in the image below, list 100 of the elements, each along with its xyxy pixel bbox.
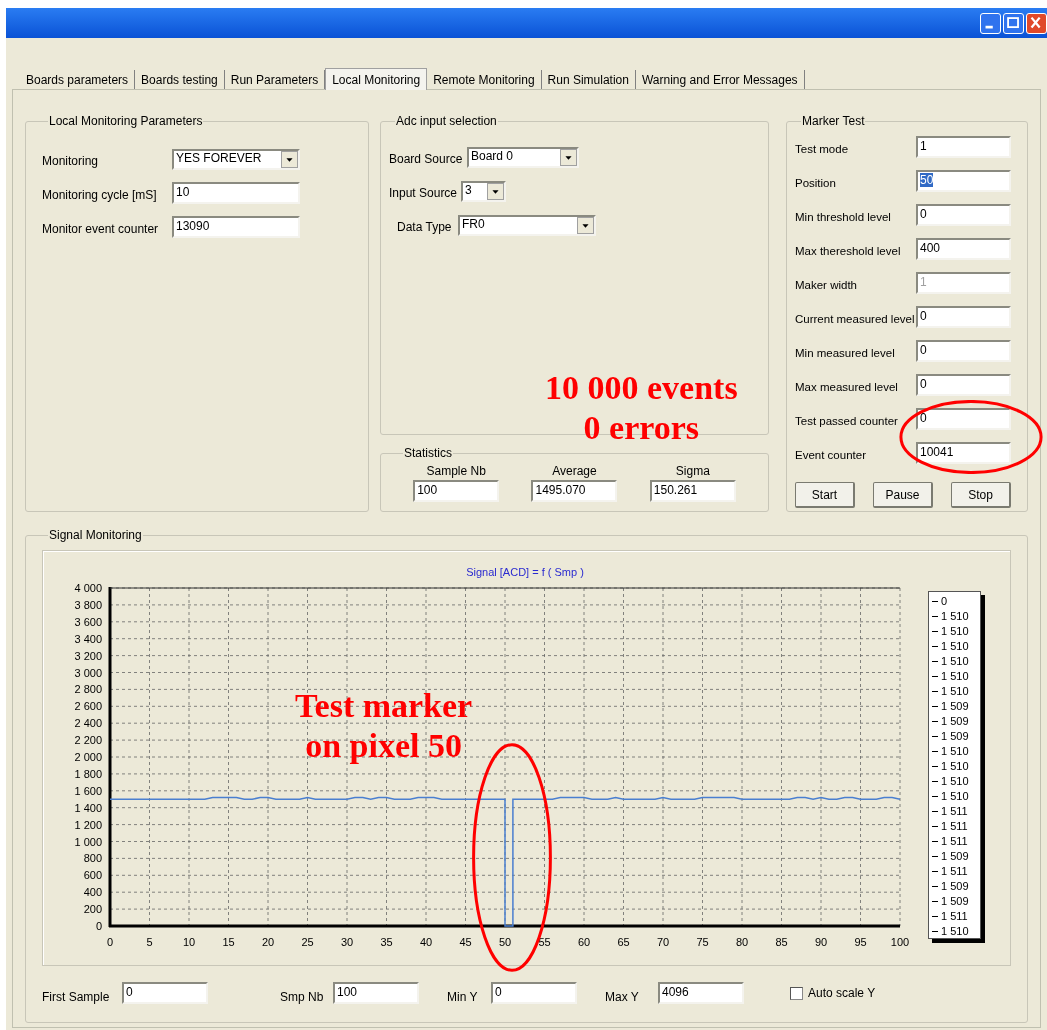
tick-mark [932,886,938,887]
x-tick-label: 75 [696,936,709,948]
x-tick-label: 95 [854,936,867,948]
dropdown[interactable]: 3 [461,180,506,202]
x-tick-label: 10 [182,936,196,948]
y-tick-label: 0 [95,920,102,932]
y-tick-label: 3 600 [74,615,102,628]
y-tick-label: 600 [83,869,102,882]
y-tick-label: 1 200 [74,818,102,831]
field-label: Max measured level [795,380,899,396]
x-tick-label: 45 [459,936,472,948]
x-tick-label: 85 [775,936,788,948]
field-label: Data Type [396,219,453,236]
value-list-item: 1 510 [941,744,969,759]
dropdown[interactable]: YES FOREVER [172,148,300,170]
value-list-item: 1 510 [941,774,969,789]
text-field[interactable]: 150.261 [649,480,736,502]
x-tick-label: 90 [814,936,828,948]
y-tick-label: 800 [83,852,102,865]
tick-mark [932,916,938,917]
tick-mark [932,736,938,737]
field-label: Min measured level [795,346,896,362]
y-tick-label: 400 [83,886,102,899]
text-field[interactable]: 4096 [658,982,744,1004]
caret-icon [281,150,298,168]
tick-mark [932,931,938,932]
push-button[interactable]: Start [795,482,855,508]
minimize-icon[interactable] [980,12,1001,34]
column-label: Sigma [675,463,710,480]
group-title: Adc input selection [395,113,498,130]
y-tick-label: 4 000 [74,582,102,594]
maximize-icon[interactable] [1003,12,1024,34]
caret-icon [577,216,594,234]
field-label: Test passed counter [795,414,899,430]
text-field[interactable]: 13090 [172,216,300,238]
value-list-item: 1 510 [941,639,969,654]
field-label: Max Y [605,989,640,1006]
text-field[interactable]: 1495.070 [531,480,618,502]
x-tick-label: 50 [498,936,512,948]
x-tick-label: 65 [617,936,630,948]
y-tick-label: 1 000 [74,835,102,848]
value-list-item: 1 510 [941,684,969,699]
field-label: Input Source [389,185,459,202]
text-field[interactable]: 100 [413,480,500,502]
tab[interactable]: Local Monitoring [325,68,428,90]
y-tick-label: 2 400 [74,717,102,730]
field-label: Monitor event counter [42,221,160,238]
field-label: Min threshold level [795,210,892,226]
tick-mark [932,856,938,857]
text-field[interactable]: 0 [916,408,1011,430]
push-button[interactable]: Pause [873,482,933,508]
close-icon[interactable] [1026,12,1047,34]
value-list-item: 1 509 [941,879,969,894]
x-tick-label: 60 [577,936,591,948]
checkbox[interactable] [790,986,803,1000]
text-field[interactable]: 50 [916,170,1011,192]
field-label: Monitoring [42,153,100,170]
y-tick-label: 1 400 [74,801,102,814]
x-tick-label: 100 [890,936,910,948]
text-field[interactable]: 0 [122,982,208,1004]
y-tick-label: 1 800 [74,767,102,780]
x-tick-label: 0 [106,936,114,948]
y-tick-label: 3 000 [74,666,102,679]
text-field[interactable]: 1 [916,136,1011,158]
tick-mark [932,676,938,677]
y-tick-label: 3 200 [74,649,102,662]
value-list-item: 1 511 [941,834,968,849]
field-label: First Sample [42,989,111,1006]
text-field[interactable]: 0 [916,204,1011,226]
y-tick-label: 3 400 [74,632,102,645]
caret-icon [487,182,504,200]
field-label: Position [795,176,837,192]
tick-mark [932,796,938,797]
tick-mark [932,706,938,707]
field-label: Current measured level [795,312,916,328]
x-tick-label: 30 [340,936,354,948]
y-tick-label: 2 600 [74,700,102,713]
text-field[interactable]: 0 [916,340,1011,362]
tick-mark [932,766,938,767]
text-field[interactable]: 100 [333,982,419,1004]
dropdown[interactable]: Board 0 [467,146,579,168]
text-field[interactable]: 0 [916,306,1011,328]
push-button[interactable]: Stop [951,482,1011,508]
tick-mark [932,646,938,647]
dropdown[interactable]: FR0 [458,214,596,236]
tick-mark [932,826,938,827]
checkbox-label: Auto scale Y [808,985,876,1002]
tick-mark [932,631,938,632]
text-field[interactable]: 0 [916,374,1011,396]
value-list-item: 1 509 [941,849,969,864]
text-field[interactable]: 10 [172,182,300,204]
caret-icon [560,148,577,166]
x-tick-label: 70 [656,936,670,948]
value-list-item: 1 511 [941,864,968,879]
value-list-item: 1 510 [941,789,969,804]
y-tick-label: 1 600 [74,784,102,797]
group-title: Signal Monitoring [48,527,143,544]
text-field[interactable]: 0 [491,982,577,1004]
text-field[interactable]: 400 [916,238,1011,260]
text-field[interactable]: 10041 [916,442,1011,464]
